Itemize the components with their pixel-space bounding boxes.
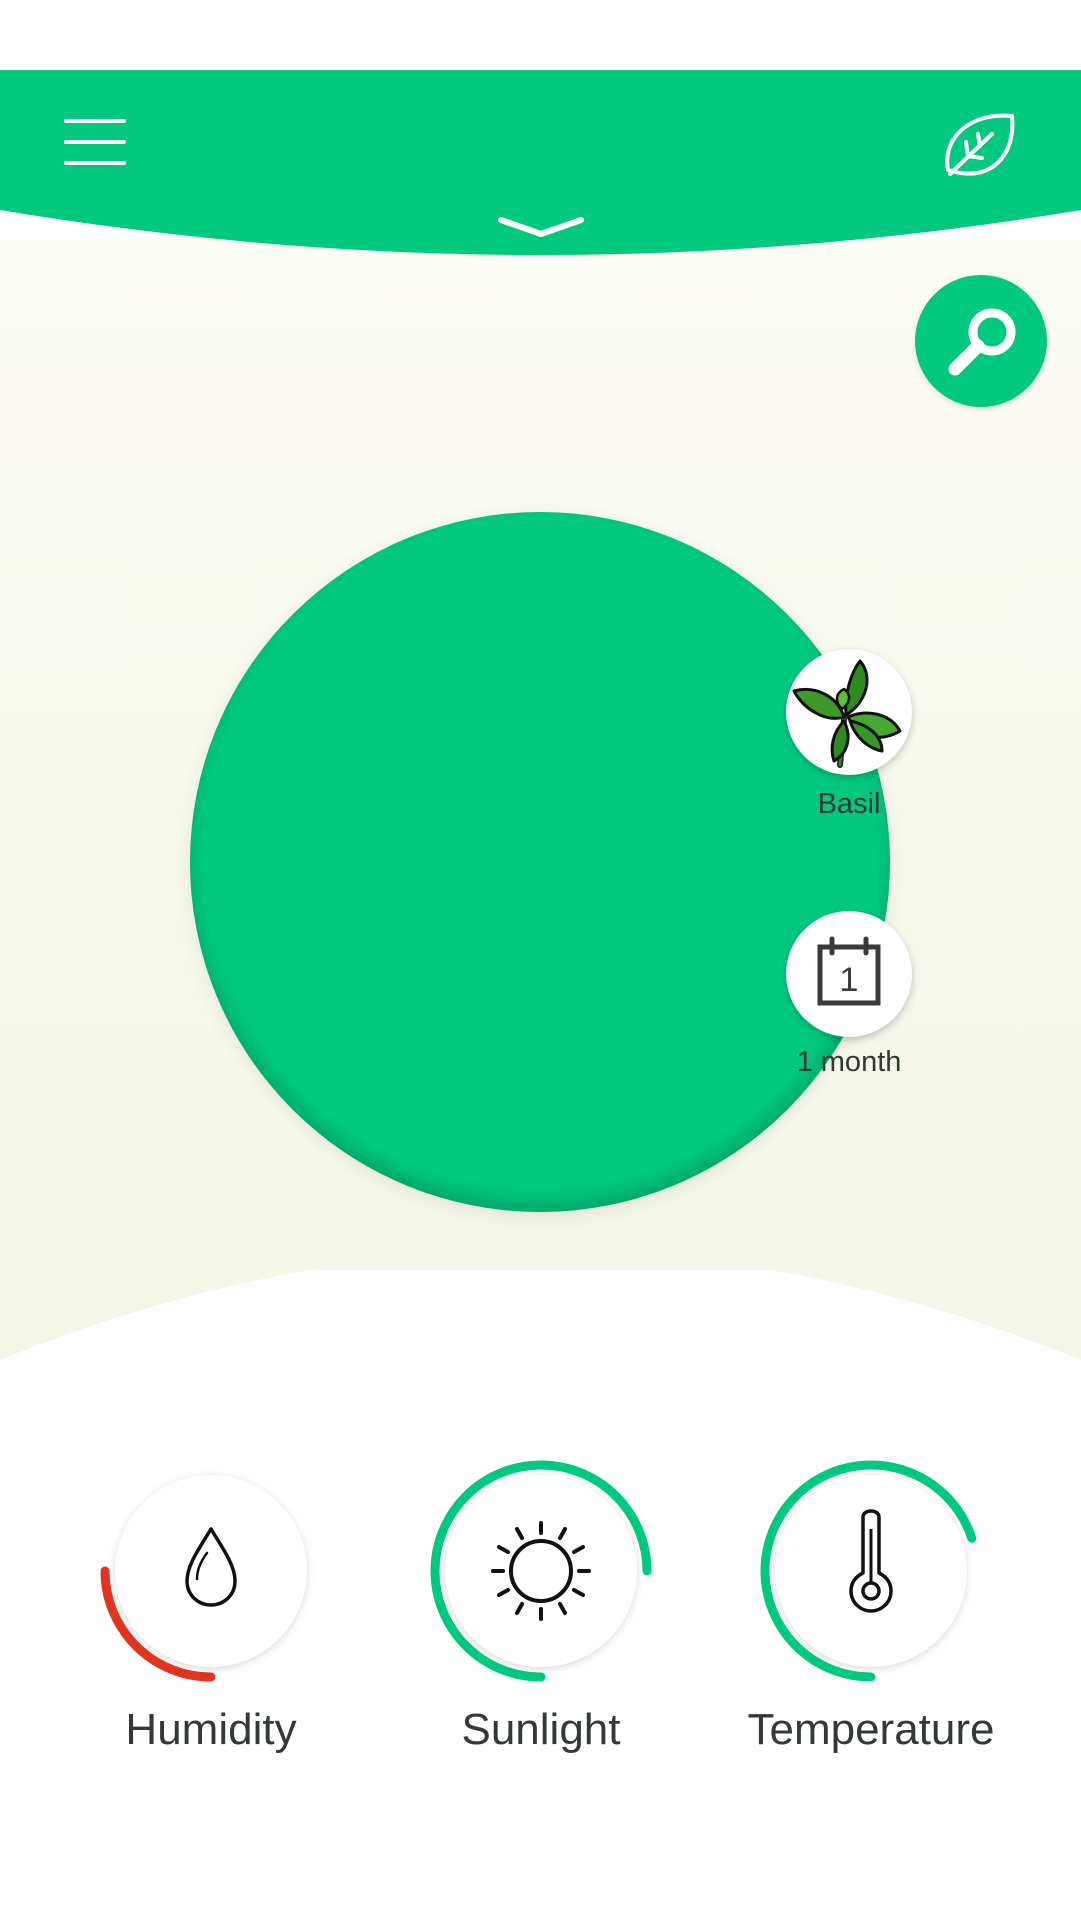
sunlight-gauge[interactable] [421,1451,661,1691]
humidity-gauge[interactable] [91,1451,331,1691]
temperature-gauge[interactable] [751,1451,991,1691]
basil-leaves-icon [792,659,902,768]
plant-library-button[interactable] [940,108,1020,188]
plant-name-label: Basil [817,788,881,820]
humidity-label: Humidity [125,1705,297,1754]
gauge-face [115,1475,307,1667]
gauge-face [445,1475,637,1667]
magnifier-icon [948,308,1016,376]
search-button[interactable] [915,275,1047,407]
temperature-label: Temperature [747,1705,995,1754]
sunlight-label: Sunlight [461,1705,621,1754]
plant-selector[interactable] [786,649,912,775]
calendar-day-text: 1 [840,961,859,999]
leaf-icon [945,113,1015,176]
expand-header-button[interactable] [495,212,587,242]
menu-button[interactable] [60,115,140,175]
chevron-down-icon [498,217,584,237]
hamburger-menu-icon [64,119,126,165]
duration-label: 1 month [796,1046,902,1078]
duration-selector[interactable]: 1 [786,911,912,1037]
calendar-icon: 1 [817,936,881,1006]
plant-pot-circle[interactable] [190,512,890,1212]
